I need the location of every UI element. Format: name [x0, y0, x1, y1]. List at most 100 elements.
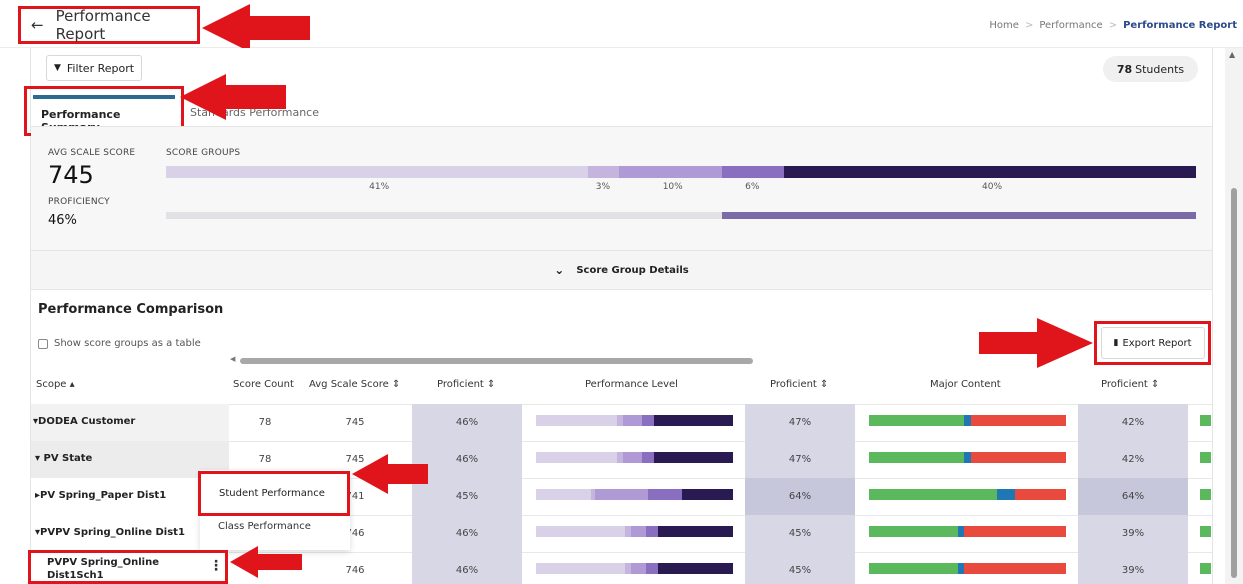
school-row-highlight: PVPV Spring_Online Dist1Sch1 ⋮ [28, 550, 228, 584]
major-content-segment [963, 415, 972, 426]
proficient-cell: 46% [455, 565, 479, 576]
export-report-button[interactable]: ▮ Export Report [1100, 327, 1205, 359]
active-tab-indicator [33, 95, 175, 99]
annotation-arrow-kebab [230, 546, 302, 578]
show-score-groups-table-option[interactable]: Show score groups as a table [38, 338, 201, 349]
score-group-segment [166, 166, 589, 178]
proficiency-bar-fill [722, 212, 1196, 219]
column-header-avg-scale-score[interactable]: Avg Scale Score ⇕ [309, 379, 400, 390]
next-column-swatch [1200, 526, 1211, 537]
proficient-cell-2: 47% [788, 454, 812, 465]
summary-area [31, 126, 1212, 250]
proficient-cell: 45% [455, 491, 479, 502]
performance-level-segment [642, 415, 655, 426]
performance-level-segment [658, 563, 733, 574]
performance-level-segment [536, 489, 592, 500]
score-group-percent: 6% [745, 182, 760, 192]
breadcrumb-current: Performance Report [1123, 20, 1237, 31]
performance-level-segment [536, 526, 625, 537]
table-row-scope[interactable]: ▾ PV State [31, 453, 229, 464]
performance-level-segment [536, 452, 617, 463]
score-group-percent: 10% [662, 182, 683, 192]
vertical-scrollbar[interactable]: ▲ [1225, 48, 1243, 584]
filter-report-button[interactable]: ▼ Filter Report [46, 55, 142, 81]
column-header-score-count: Score Count [233, 379, 294, 390]
score-group-segment [588, 166, 620, 178]
performance-level-segment [595, 489, 649, 500]
horizontal-scrollbar[interactable]: ◀ [230, 355, 755, 364]
next-column-swatch [1200, 452, 1211, 463]
scroll-left-icon[interactable]: ◀ [230, 355, 235, 363]
performance-level-segment [622, 452, 643, 463]
avg-scale-score-value: 745 [48, 161, 94, 189]
students-count: 78 [1116, 62, 1133, 76]
major-content-segment [869, 415, 964, 426]
students-count-badge: 78 Students [1103, 56, 1198, 82]
column-header-proficient[interactable]: Proficient ⇕ [437, 379, 495, 390]
page-title: Performance Report [55, 7, 151, 43]
avg-scale-score-cell: 745 [345, 417, 365, 428]
table-row-scope[interactable]: ▾DODEA Customer [31, 416, 229, 427]
performance-level-segment [654, 452, 733, 463]
score-group-details-label: Score Group Details [576, 264, 689, 276]
column-header-major-content: Major Content [930, 379, 1001, 390]
performance-level-segment [648, 489, 682, 500]
column-header-proficient-3[interactable]: Proficient ⇕ [1101, 379, 1159, 390]
horizontal-scroll-thumb[interactable] [240, 358, 753, 364]
performance-level-segment [654, 415, 733, 426]
show-table-label: Show score groups as a table [54, 338, 201, 349]
performance-comparison-title: Performance Comparison [38, 302, 224, 317]
performance-level-segment [681, 489, 733, 500]
avg-scale-score-cell: 746 [345, 565, 365, 576]
proficient-cell-3: 39% [1121, 565, 1145, 576]
performance-level-segment [622, 415, 643, 426]
major-content-segment [869, 526, 958, 537]
score-groups-label: SCORE GROUPS [166, 148, 241, 158]
school-scope-label[interactable]: PVPV Spring_Online Dist1Sch1 [47, 556, 197, 582]
scroll-thumb[interactable] [1231, 188, 1237, 578]
filter-icon: ▼ [53, 63, 61, 73]
menu-item-student-performance[interactable]: Student Performance [198, 471, 350, 516]
export-report-highlight: ▮ Export Report [1094, 321, 1211, 365]
performance-level-segment [646, 563, 659, 574]
scroll-up-icon[interactable]: ▲ [1229, 50, 1235, 59]
performance-level-segment [642, 452, 655, 463]
major-content-segment [963, 452, 972, 463]
document-icon: ▮ [1113, 338, 1119, 348]
chevron-down-icon: ⌄ [554, 263, 565, 277]
column-header-performance-level: Performance Level [585, 379, 678, 390]
proficient-cell-3: 39% [1121, 528, 1145, 539]
top-bar: ← Performance Report Home > Performance … [0, 0, 1243, 48]
major-content-segment [963, 526, 1066, 537]
proficiency-value: 46% [48, 213, 77, 228]
proficient-cell-3: 42% [1121, 454, 1145, 465]
major-content-segment [869, 452, 964, 463]
menu-item-class-performance[interactable]: Class Performance [218, 521, 311, 532]
proficient-cell-2: 45% [788, 565, 812, 576]
kebab-menu-icon[interactable]: ⋮ [209, 558, 223, 574]
major-content-segment [1014, 489, 1066, 500]
breadcrumb-performance[interactable]: Performance [1039, 20, 1102, 31]
score-group-percent: 3% [595, 182, 611, 192]
next-column-swatch [1200, 563, 1211, 574]
score-group-percent: 40% [982, 182, 1003, 192]
show-table-checkbox[interactable] [38, 338, 48, 349]
score-group-segment [619, 166, 723, 178]
performance-level-segment [646, 526, 659, 537]
back-arrow-icon[interactable]: ← [31, 16, 44, 34]
score-group-percent: 41% [369, 182, 390, 192]
column-header-scope[interactable]: Scope ▴ [36, 379, 75, 390]
major-content-segment [869, 489, 998, 500]
proficient-cell: 46% [455, 528, 479, 539]
next-column-swatch [1200, 415, 1211, 426]
score-count-cell: 78 [258, 417, 272, 428]
proficient-cell-3: 42% [1121, 417, 1145, 428]
major-content-segment [971, 452, 1066, 463]
proficient-cell: 46% [455, 417, 479, 428]
export-report-label: Export Report [1122, 337, 1192, 349]
score-group-segment [722, 166, 784, 178]
proficiency-label: PROFICIENCY [48, 197, 110, 207]
breadcrumb-home[interactable]: Home [989, 20, 1019, 31]
column-header-proficient-2[interactable]: Proficient ⇕ [770, 379, 828, 390]
score-group-details-toggle[interactable]: ⌄ Score Group Details [31, 250, 1212, 290]
